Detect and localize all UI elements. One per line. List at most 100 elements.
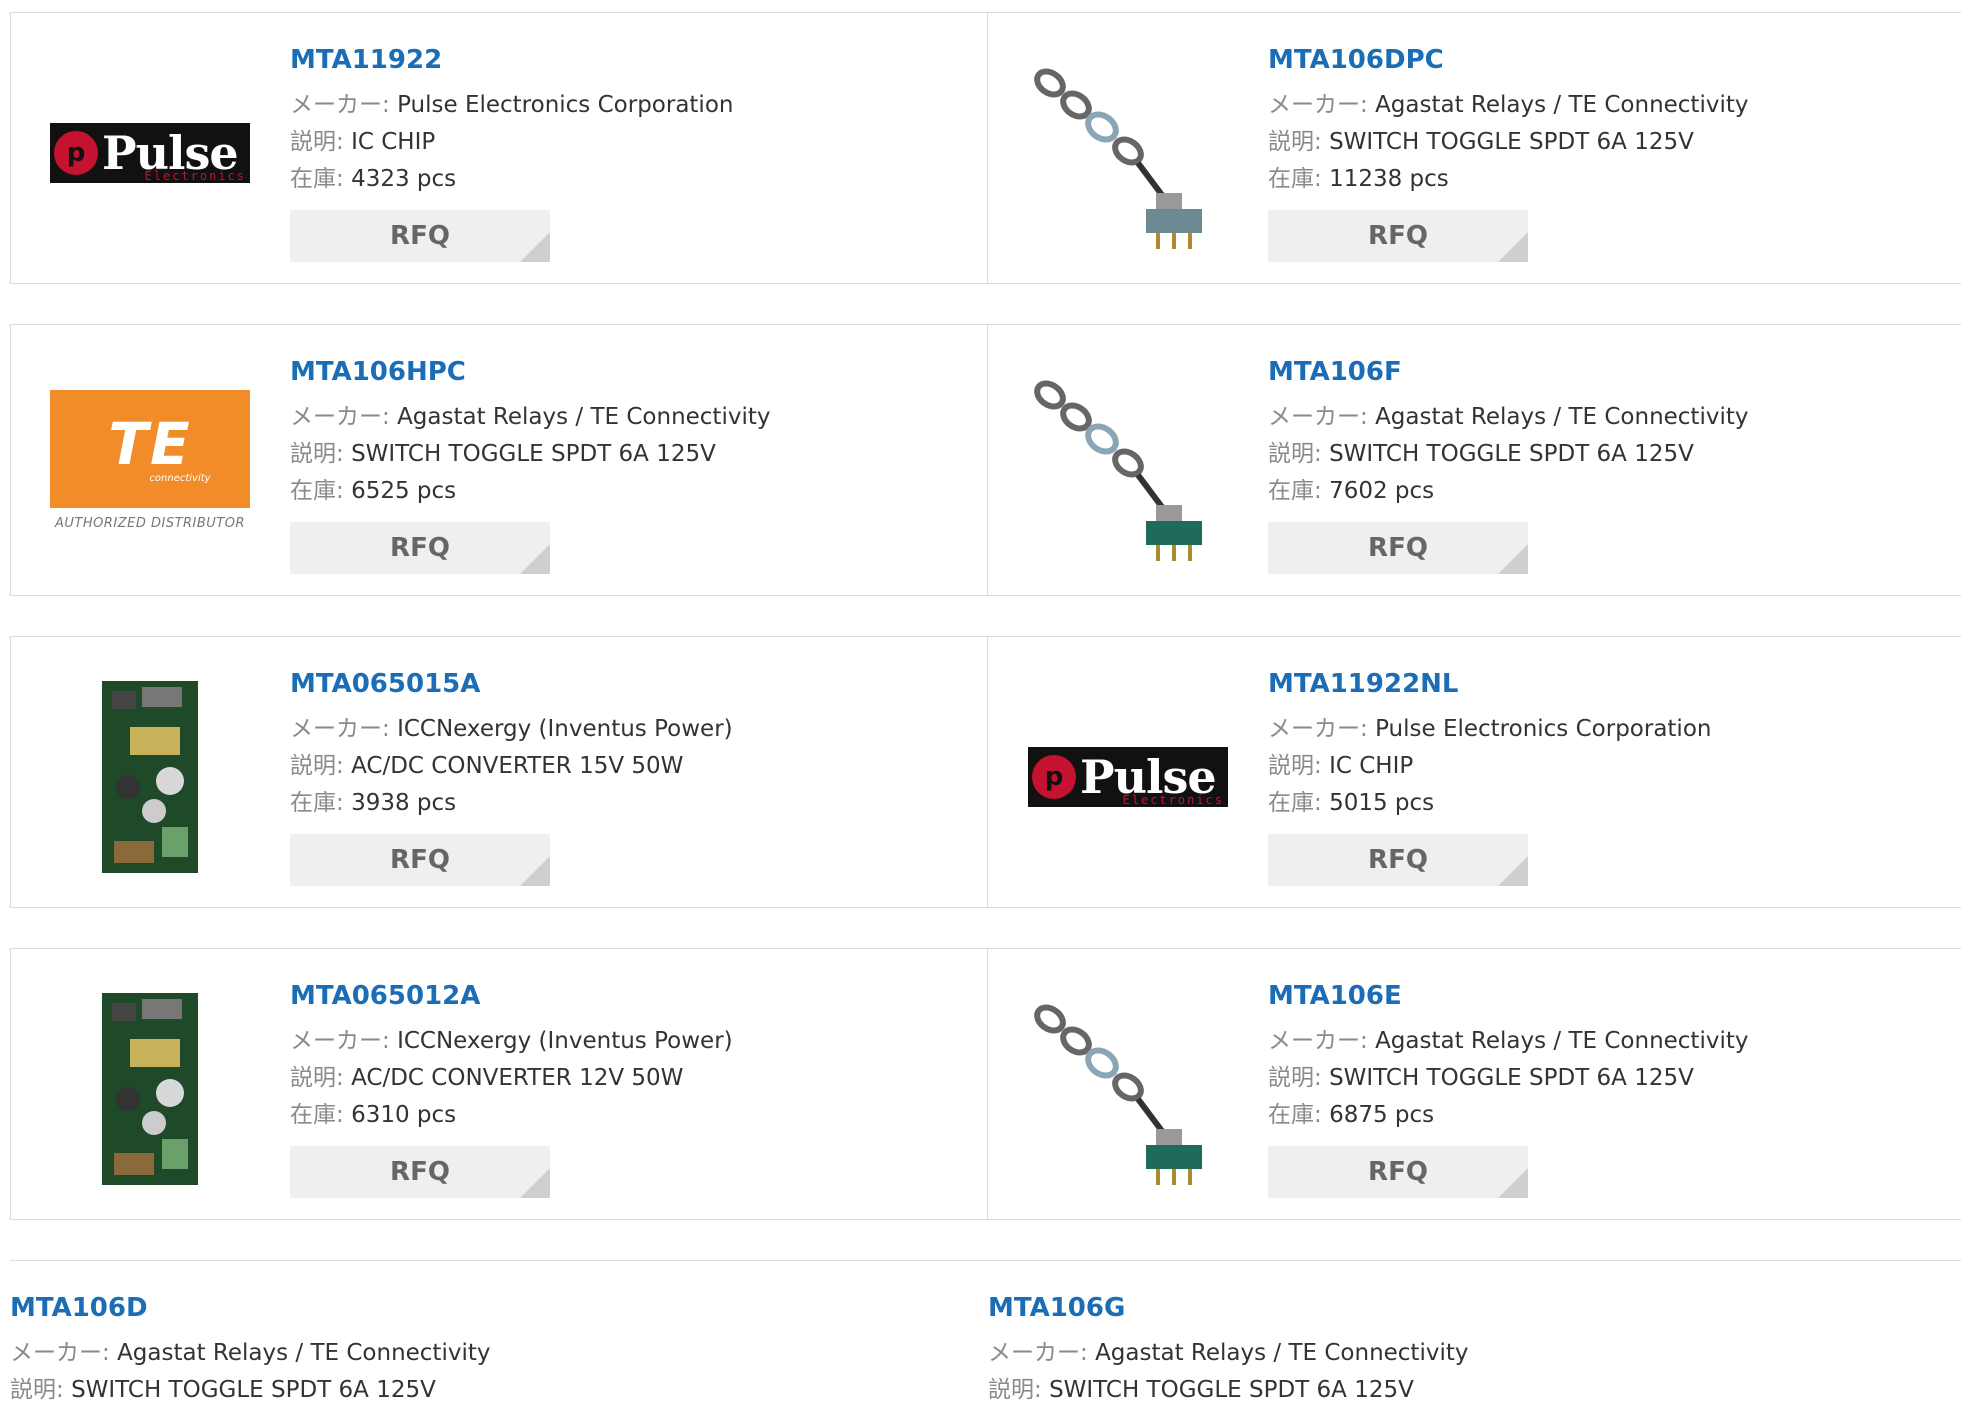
- rfq-button[interactable]: RFQ: [290, 210, 550, 262]
- stock-line: 在庫: 3938 pcs: [290, 785, 733, 822]
- product-part-number-link[interactable]: MTA106DPC: [1268, 43, 1748, 77]
- maker-label: メーカー:: [1268, 404, 1368, 430]
- product-part-number-link[interactable]: MTA065015A: [290, 667, 733, 701]
- product-thumbnail[interactable]: p Pulse Electronics: [50, 53, 250, 253]
- description-value: AC/DC CONVERTER 15V 50W: [351, 753, 684, 779]
- rfq-label: RFQ: [390, 221, 450, 251]
- description-line: 説明: SWITCH TOGGLE SPDT 6A 125V: [290, 436, 770, 473]
- stock-value: 11238 pcs: [1329, 166, 1449, 192]
- maker-line: メーカー: Agastat Relays / TE Connectivity: [1268, 1023, 1748, 1060]
- product-thumbnail[interactable]: [50, 677, 250, 877]
- product-card: MTA106D メーカー: Agastat Relays / TE Connec…: [10, 1261, 987, 1403]
- stock-line: 在庫: 11238 pcs: [1268, 161, 1748, 198]
- rfq-button[interactable]: RFQ: [290, 1146, 550, 1198]
- product-info: MTA065012A メーカー: ICCNexergy (Inventus Po…: [290, 979, 733, 1198]
- product-info: MTA106D メーカー: Agastat Relays / TE Connec…: [10, 1291, 490, 1409]
- description-value: SWITCH TOGGLE SPDT 6A 125V: [1329, 129, 1694, 155]
- product-thumbnail[interactable]: TE connectivity AUTHORIZED DISTRIBUTOR: [50, 365, 250, 565]
- description-value: IC CHIP: [351, 129, 436, 155]
- description-label: 説明:: [988, 1377, 1042, 1403]
- product-part-number-link[interactable]: MTA106D: [10, 1291, 490, 1325]
- pulse-logo: p Pulse Electronics: [50, 123, 250, 183]
- product-thumbnail[interactable]: [1028, 53, 1228, 253]
- stock-label: 在庫:: [1268, 166, 1322, 192]
- product-info: MTA11922 メーカー: Pulse Electronics Corpora…: [290, 43, 733, 262]
- corner-decoration: [1498, 856, 1528, 886]
- maker-value: Agastat Relays / TE Connectivity: [117, 1340, 491, 1366]
- maker-value: ICCNexergy (Inventus Power): [397, 716, 733, 742]
- product-part-number-link[interactable]: MTA11922NL: [1268, 667, 1711, 701]
- pulse-subtitle: Electronics: [144, 169, 246, 183]
- product-thumbnail[interactable]: [1028, 365, 1228, 565]
- product-info: MTA106HPC メーカー: Agastat Relays / TE Conn…: [290, 355, 770, 574]
- corner-decoration: [1498, 232, 1528, 262]
- rfq-button[interactable]: RFQ: [1268, 522, 1528, 574]
- corner-decoration: [520, 856, 550, 886]
- maker-label: メーカー:: [1268, 716, 1368, 742]
- description-line: 説明: SWITCH TOGGLE SPDT 6A 125V: [1268, 436, 1748, 473]
- stock-label: 在庫:: [1268, 790, 1322, 816]
- stock-value: 3938 pcs: [351, 790, 457, 816]
- product-part-number-link[interactable]: MTA106G: [988, 1291, 1468, 1325]
- description-label: 説明:: [290, 441, 344, 467]
- rfq-label: RFQ: [1368, 533, 1428, 563]
- maker-line: メーカー: ICCNexergy (Inventus Power): [290, 711, 733, 748]
- description-label: 説明:: [10, 1377, 64, 1403]
- stock-line: 在庫: 4323 pcs: [290, 161, 733, 198]
- maker-label: メーカー:: [10, 1340, 110, 1366]
- rfq-label: RFQ: [1368, 845, 1428, 875]
- product-thumbnail[interactable]: [50, 989, 250, 1189]
- toggle-switch-photo: [1034, 380, 1202, 561]
- corner-decoration: [520, 232, 550, 262]
- maker-line: メーカー: Agastat Relays / TE Connectivity: [10, 1335, 490, 1372]
- rfq-button[interactable]: RFQ: [1268, 210, 1528, 262]
- stock-line: 在庫: 6875 pcs: [1268, 1097, 1748, 1134]
- product-card: MTA065015A メーカー: ICCNexergy (Inventus Po…: [10, 637, 987, 907]
- rfq-button[interactable]: RFQ: [290, 834, 550, 886]
- product-row: MTA106D メーカー: Agastat Relays / TE Connec…: [10, 1260, 1961, 1403]
- product-thumbnail[interactable]: [1028, 989, 1228, 1189]
- description-label: 説明:: [1268, 129, 1322, 155]
- product-info: MTA106F メーカー: Agastat Relays / TE Connec…: [1268, 355, 1748, 574]
- stock-value: 7602 pcs: [1329, 478, 1435, 504]
- stock-value: 4323 pcs: [351, 166, 457, 192]
- product-card: MTA106F メーカー: Agastat Relays / TE Connec…: [988, 325, 1961, 595]
- product-part-number-link[interactable]: MTA106F: [1268, 355, 1748, 389]
- description-value: SWITCH TOGGLE SPDT 6A 125V: [1329, 1065, 1694, 1091]
- maker-line: メーカー: ICCNexergy (Inventus Power): [290, 1023, 733, 1060]
- rfq-label: RFQ: [390, 533, 450, 563]
- pulse-subtitle: Electronics: [1122, 793, 1224, 807]
- maker-value: Pulse Electronics Corporation: [397, 92, 734, 118]
- product-part-number-link[interactable]: MTA106HPC: [290, 355, 770, 389]
- description-line: 説明: SWITCH TOGGLE SPDT 6A 125V: [1268, 1060, 1748, 1097]
- product-card: MTA106G メーカー: Agastat Relays / TE Connec…: [988, 1261, 1961, 1403]
- pulse-logo: p Pulse Electronics: [1028, 747, 1228, 807]
- rfq-button[interactable]: RFQ: [1268, 834, 1528, 886]
- authorized-distributor-caption: AUTHORIZED DISTRIBUTOR: [54, 516, 246, 531]
- te-logo: TE connectivity AUTHORIZED DISTRIBUTOR: [50, 390, 250, 540]
- description-line: 説明: IC CHIP: [290, 124, 733, 161]
- maker-label: メーカー:: [290, 1028, 390, 1054]
- product-part-number-link[interactable]: MTA106E: [1268, 979, 1748, 1013]
- stock-label: 在庫:: [290, 1102, 344, 1128]
- rfq-button[interactable]: RFQ: [290, 522, 550, 574]
- stock-label: 在庫:: [290, 166, 344, 192]
- product-part-number-link[interactable]: MTA11922: [290, 43, 733, 77]
- stock-value: 6525 pcs: [351, 478, 457, 504]
- stock-line: 在庫: 6310 pcs: [290, 1097, 733, 1134]
- product-part-number-link[interactable]: MTA065012A: [290, 979, 733, 1013]
- maker-value: ICCNexergy (Inventus Power): [397, 1028, 733, 1054]
- maker-line: メーカー: Pulse Electronics Corporation: [290, 87, 733, 124]
- product-info: MTA065015A メーカー: ICCNexergy (Inventus Po…: [290, 667, 733, 886]
- rfq-button[interactable]: RFQ: [1268, 1146, 1528, 1198]
- product-thumbnail[interactable]: p Pulse Electronics: [1028, 677, 1228, 877]
- description-line: 説明: SWITCH TOGGLE SPDT 6A 125V: [1268, 124, 1748, 161]
- maker-label: メーカー:: [1268, 1028, 1368, 1054]
- description-label: 説明:: [290, 1065, 344, 1091]
- maker-value: Pulse Electronics Corporation: [1375, 716, 1712, 742]
- maker-line: メーカー: Agastat Relays / TE Connectivity: [290, 399, 770, 436]
- product-row: p Pulse Electronics MTA11922 メーカー: Pulse…: [10, 12, 1961, 284]
- stock-value: 6875 pcs: [1329, 1102, 1435, 1128]
- rfq-label: RFQ: [1368, 1157, 1428, 1187]
- description-value: SWITCH TOGGLE SPDT 6A 125V: [71, 1377, 436, 1403]
